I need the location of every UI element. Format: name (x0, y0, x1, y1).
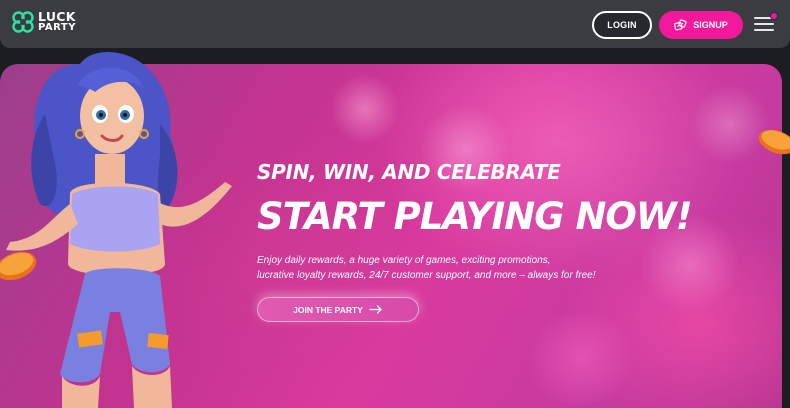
site-logo[interactable]: LUCK PARTY (10, 9, 76, 35)
signup-button-label: SIGNUP (693, 20, 728, 30)
bokeh-light (520, 314, 640, 404)
party-girl-illustration (6, 52, 232, 408)
hero-description-line2: lucrative loyalty rewards, 24/7 customer… (257, 270, 596, 281)
hero-subtitle: SPIN, WIN, AND CELEBRATE (257, 160, 561, 184)
hero-description: Enjoy daily rewards, a huge variety of g… (257, 253, 677, 283)
bokeh-light (330, 74, 400, 144)
join-button-label: JOIN THE PARTY (293, 304, 363, 315)
top-navigation-bar: LUCK PARTY LOGIN SIGNUP (0, 0, 790, 48)
coin-decoration (758, 129, 790, 155)
join-the-party-button[interactable]: JOIN THE PARTY (257, 297, 419, 322)
signup-button[interactable]: SIGNUP (659, 11, 743, 39)
clover-icon (12, 11, 34, 33)
logo-text-line1: LUCK (38, 9, 76, 24)
login-button[interactable]: LOGIN (592, 11, 652, 39)
hero-description-line1: Enjoy daily rewards, a huge variety of g… (257, 255, 551, 266)
arrow-right-icon (369, 305, 382, 314)
notification-dot (770, 12, 778, 20)
logo-text-line2: PARTY (38, 22, 76, 33)
dice-icon (674, 18, 687, 30)
login-button-label: LOGIN (607, 20, 637, 30)
hero-title: START PLAYING NOW! (257, 195, 693, 238)
